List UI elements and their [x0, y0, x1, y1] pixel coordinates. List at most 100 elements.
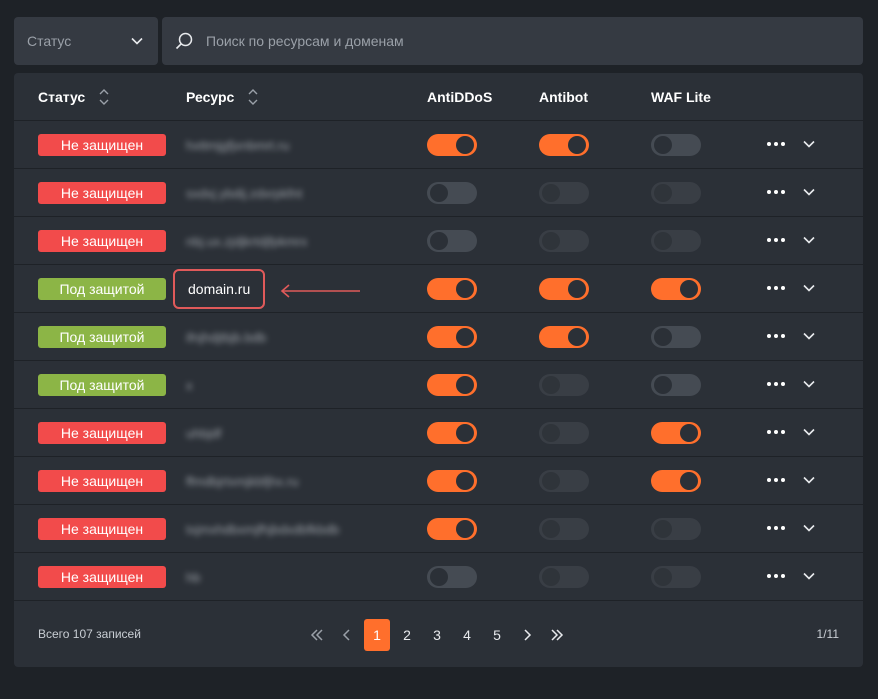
- resource-name[interactable]: ffmdbjrtxmjkbfjhx.ru: [186, 471, 298, 491]
- page-button-4[interactable]: 4: [454, 619, 480, 651]
- table-row: Не защищен sxdxj.ybdij.zdxrpkfnt: [14, 169, 863, 217]
- antiddos-toggle[interactable]: [427, 182, 477, 204]
- status-badge: Под защитой: [38, 278, 166, 300]
- page-info: 1/11: [816, 627, 839, 641]
- waf-toggle[interactable]: [651, 374, 701, 396]
- antiddos-toggle[interactable]: [427, 326, 477, 348]
- more-options-icon[interactable]: [766, 233, 786, 247]
- first-page-button[interactable]: [304, 619, 330, 651]
- expand-row-chevron-icon[interactable]: [802, 569, 816, 583]
- resources-table: Статус Ресурс AntiDDoS Antibot WAF Lite …: [14, 73, 863, 667]
- resource-name[interactable]: sxdxj.ybdij.zdxrpkfnt: [186, 183, 302, 203]
- antibot-toggle[interactable]: [539, 134, 589, 156]
- resource-name[interactable]: hxttmjgfjxnbmrt.ru: [186, 135, 289, 155]
- more-options-icon[interactable]: [766, 281, 786, 295]
- table-row: Под защитой x: [14, 361, 863, 409]
- column-header-resource[interactable]: Ресурс: [186, 73, 260, 121]
- antibot-toggle[interactable]: [539, 326, 589, 348]
- page-button-3[interactable]: 3: [424, 619, 450, 651]
- double-chevron-right-icon: [551, 629, 564, 641]
- table-row: Не защищен txjmxhdbxmjfhjbdxdbfkbdb: [14, 505, 863, 553]
- waf-toggle[interactable]: [651, 134, 701, 156]
- annotation-arrow-icon: [280, 284, 360, 298]
- column-header-status[interactable]: Статус: [38, 73, 111, 121]
- more-options-icon[interactable]: [766, 377, 786, 391]
- last-page-button[interactable]: [544, 619, 570, 651]
- more-options-icon[interactable]: [766, 329, 786, 343]
- waf-toggle[interactable]: [651, 326, 701, 348]
- toggle-knob: [542, 568, 560, 586]
- antiddos-toggle[interactable]: [427, 422, 477, 444]
- more-options-icon[interactable]: [766, 425, 786, 439]
- more-options-icon[interactable]: [766, 137, 786, 151]
- antibot-toggle[interactable]: [539, 278, 589, 300]
- antiddos-toggle[interactable]: [427, 134, 477, 156]
- next-page-button[interactable]: [514, 619, 540, 651]
- status-badge: Не защищен: [38, 230, 166, 252]
- more-options-icon[interactable]: [766, 569, 786, 583]
- toggle-knob: [654, 184, 672, 202]
- double-chevron-left-icon: [310, 629, 323, 641]
- resource-name[interactable]: nbj.ux.zjdjkrtdjfpkmrx: [186, 231, 307, 251]
- prev-page-button[interactable]: [334, 619, 360, 651]
- expand-row-chevron-icon[interactable]: [802, 137, 816, 151]
- table-row: Под защитой ifnjhdjtbjb.bdb: [14, 313, 863, 361]
- expand-row-chevron-icon[interactable]: [802, 473, 816, 487]
- expand-row-chevron-icon[interactable]: [802, 425, 816, 439]
- toggle-knob: [542, 472, 560, 490]
- sort-icon: [99, 89, 109, 105]
- antiddos-toggle[interactable]: [427, 374, 477, 396]
- more-options-icon[interactable]: [766, 473, 786, 487]
- status-filter-dropdown[interactable]: Статус: [14, 17, 158, 65]
- page-button-5[interactable]: 5: [484, 619, 510, 651]
- expand-row-chevron-icon[interactable]: [802, 281, 816, 295]
- antibot-toggle: [539, 230, 589, 252]
- toggle-knob: [456, 376, 474, 394]
- resource-name[interactable]: txjmxhdbxmjfhjbdxdbfkbdb: [186, 519, 339, 539]
- resource-name[interactable]: ifnjhdjtbjb.bdb: [186, 327, 266, 347]
- column-header-antibot: Antibot: [539, 89, 588, 105]
- resource-name[interactable]: hb: [186, 567, 200, 587]
- resource-name[interactable]: uhbjdf: [186, 423, 221, 443]
- expand-row-chevron-icon[interactable]: [802, 377, 816, 391]
- toggle-knob: [542, 232, 560, 250]
- antiddos-toggle[interactable]: [427, 518, 477, 540]
- status-badge: Не защищен: [38, 470, 166, 492]
- waf-toggle[interactable]: [651, 278, 701, 300]
- more-options-icon[interactable]: [766, 521, 786, 535]
- waf-toggle[interactable]: [651, 422, 701, 444]
- antiddos-toggle[interactable]: [427, 566, 477, 588]
- antibot-toggle: [539, 470, 589, 492]
- toggle-knob: [456, 424, 474, 442]
- toggle-knob: [542, 184, 560, 202]
- antiddos-toggle[interactable]: [427, 470, 477, 492]
- toggle-knob: [430, 568, 448, 586]
- antibot-toggle: [539, 374, 589, 396]
- toggle-knob: [568, 280, 586, 298]
- resource-name[interactable]: x: [186, 375, 193, 395]
- expand-row-chevron-icon[interactable]: [802, 329, 816, 343]
- search-input[interactable]: [206, 17, 846, 65]
- antibot-toggle: [539, 182, 589, 204]
- waf-toggle[interactable]: [651, 470, 701, 492]
- toggle-knob: [568, 328, 586, 346]
- resource-name[interactable]: domain.ru: [173, 269, 266, 309]
- page-button-2[interactable]: 2: [394, 619, 420, 651]
- table-row: Под защитой domain.ru: [14, 265, 863, 313]
- page-button-1[interactable]: 1: [364, 619, 390, 651]
- expand-row-chevron-icon[interactable]: [802, 185, 816, 199]
- sort-icon: [248, 89, 258, 105]
- table-header: Статус Ресурс AntiDDoS Antibot WAF Lite: [14, 73, 863, 121]
- toggle-knob: [654, 328, 672, 346]
- status-badge: Не защищен: [38, 182, 166, 204]
- toggle-knob: [654, 376, 672, 394]
- expand-row-chevron-icon[interactable]: [802, 521, 816, 535]
- toggle-knob: [430, 232, 448, 250]
- antiddos-toggle[interactable]: [427, 230, 477, 252]
- expand-row-chevron-icon[interactable]: [802, 233, 816, 247]
- status-filter-label: Статус: [27, 33, 72, 49]
- column-header-antiddos: AntiDDoS: [427, 89, 493, 105]
- antiddos-toggle[interactable]: [427, 278, 477, 300]
- more-options-icon[interactable]: [766, 185, 786, 199]
- toggle-knob: [654, 232, 672, 250]
